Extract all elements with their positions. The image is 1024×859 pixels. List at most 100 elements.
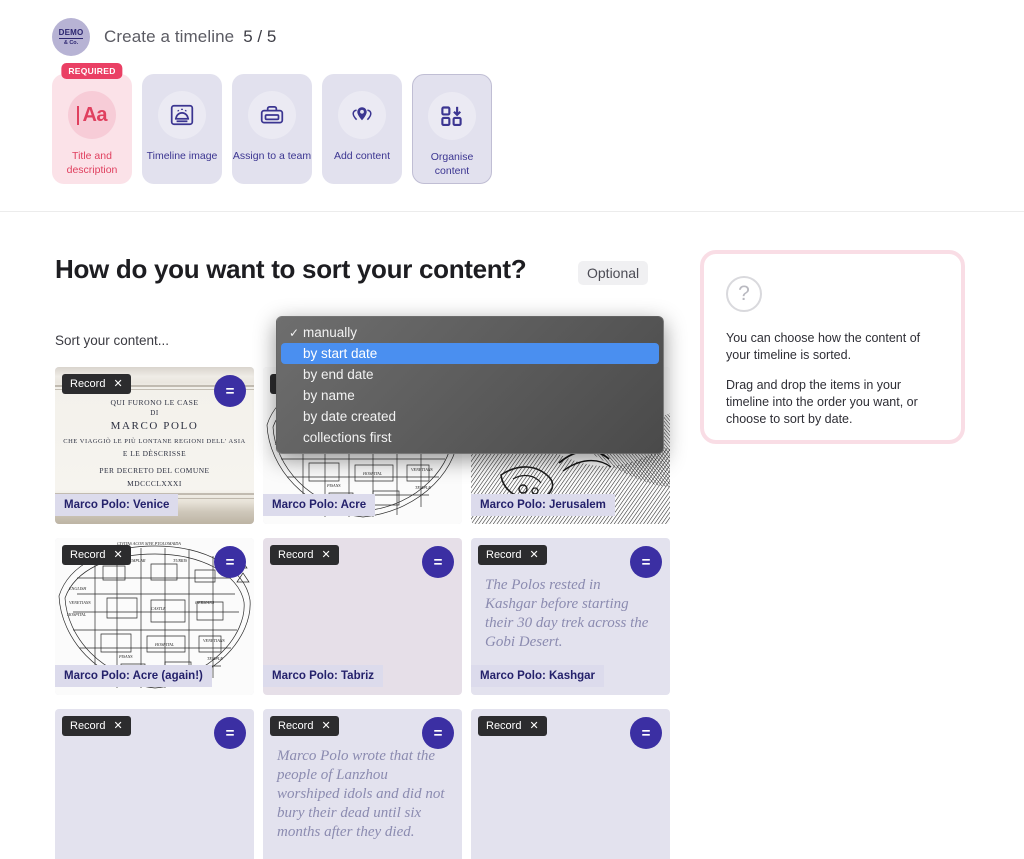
record-badge[interactable]: Record ✕ — [62, 374, 131, 394]
dropdown-option-by-start-date[interactable]: by start date — [281, 343, 659, 364]
content-card[interactable]: QUI FURONO LE CASE DI MARCO POLO CHE VIA… — [55, 367, 254, 524]
dropdown-option-label: manually — [303, 325, 358, 340]
step-card-assign-to-a-team[interactable]: Assign to a team — [232, 74, 312, 184]
plaque-line: E LE DÈSCRISSE — [122, 449, 187, 458]
step-card-label: Add content — [333, 150, 391, 162]
step-card-label: Assign to a team — [232, 150, 312, 162]
card-caption: Marco Polo: Venice — [55, 494, 179, 516]
record-badge-label: Record — [278, 720, 314, 732]
page-title: How do you want to sort your content? — [55, 254, 527, 284]
brand-logo: DEMO & Co. — [52, 18, 90, 56]
dropdown-option-by-date-created[interactable]: by date created — [281, 406, 659, 427]
card-caption: Marco Polo: Tabriz — [263, 665, 384, 687]
plaque-line: PER DECRETO DEL COMUNE — [99, 466, 210, 475]
dropdown-option-label: by date created — [303, 409, 397, 424]
required-badge: REQUIRED — [61, 63, 123, 79]
question-mark-icon: ? — [726, 276, 762, 312]
close-icon[interactable]: ✕ — [113, 720, 122, 732]
drag-handle[interactable]: = — [630, 546, 662, 578]
record-badge[interactable]: Record ✕ — [478, 545, 547, 565]
page-flow-title: Create a timeline — [104, 27, 235, 46]
dropdown-option-label: by start date — [303, 346, 378, 361]
svg-text:TURRIS: TURRIS — [173, 558, 188, 563]
plaque-line: MDCCCLXXXI — [127, 479, 182, 488]
step-card-title-and-description[interactable]: REQUIRED Aa Title and description — [52, 63, 132, 184]
drag-handle[interactable]: = — [214, 375, 246, 407]
svg-text:HOSPITAL: HOSPITAL — [154, 642, 175, 647]
svg-text:TEMPLE: TEMPLE — [415, 485, 431, 490]
record-badge[interactable]: Record ✕ — [62, 716, 131, 736]
help-panel: ? You can choose how the content of your… — [700, 250, 965, 444]
svg-text:CASTLE: CASTLE — [151, 606, 166, 611]
drag-handle[interactable]: = — [422, 546, 454, 578]
drag-handle[interactable]: = — [214, 546, 246, 578]
help-paragraph: You can choose how the content of your t… — [726, 331, 921, 362]
brand-logo-demo-text: DEMO — [58, 27, 84, 39]
svg-text:VENETIANS: VENETIANS — [69, 600, 92, 605]
card-quote: Marco Polo wrote that the people of Lanz… — [277, 748, 445, 840]
record-badge-label: Record — [70, 378, 106, 390]
record-badge[interactable]: Record ✕ — [270, 545, 339, 565]
step-card-label: Organise content — [430, 151, 474, 177]
drag-handle[interactable]: = — [422, 717, 454, 749]
dropdown-option-label: collections first — [303, 430, 392, 445]
check-icon: ✓ — [289, 325, 300, 340]
record-badge-label: Record — [70, 549, 106, 561]
close-icon[interactable]: ✕ — [321, 720, 330, 732]
svg-text:ENGLISH: ENGLISH — [68, 586, 87, 591]
step-card-timeline-image[interactable]: Timeline image — [142, 74, 222, 184]
sort-content-label: Sort your content... — [55, 333, 170, 348]
step-card-add-content[interactable]: Add content — [322, 74, 402, 184]
svg-text:PISANS: PISANS — [118, 654, 133, 659]
step-counter: 5 / 5 — [243, 27, 277, 46]
svg-text:VENETIANS: VENETIANS — [411, 467, 434, 472]
card-caption: Marco Polo: Acre — [263, 494, 376, 516]
record-badge-label: Record — [486, 549, 522, 561]
main-content: How do you want to sort your content? Op… — [0, 212, 1024, 859]
drag-handle[interactable]: = — [214, 717, 246, 749]
optional-badge: Optional — [578, 261, 649, 285]
header-top-row: DEMO & Co. Create a timeline 5 / 5 — [0, 0, 1024, 56]
card-caption: Marco Polo: Kashgar — [471, 665, 605, 687]
record-badge[interactable]: Record ✕ — [270, 716, 339, 736]
dropdown-option-manually[interactable]: ✓ manually — [281, 322, 659, 343]
app-header: DEMO & Co. Create a timeline 5 / 5 REQUI… — [0, 0, 1024, 212]
card-caption: Marco Polo: Jerusalem — [471, 494, 615, 516]
content-card[interactable]: Record ✕ = — [471, 709, 670, 859]
dropdown-option-by-end-date[interactable]: by end date — [281, 364, 659, 385]
close-icon[interactable]: ✕ — [529, 549, 538, 561]
content-card[interactable]: Record ✕ = — [55, 709, 254, 859]
close-icon[interactable]: ✕ — [113, 549, 122, 561]
grid-download-icon — [428, 92, 476, 140]
content-card[interactable]: Record ✕ = Marco Polo: Tabriz — [263, 538, 462, 695]
svg-text:GERMANS: GERMANS — [195, 600, 215, 605]
step-card-list: REQUIRED Aa Title and description Timeli… — [0, 56, 1024, 184]
content-card[interactable]: The Polos rested in Kashgar before start… — [471, 538, 670, 695]
record-badge[interactable]: Record ✕ — [62, 545, 131, 565]
briefcase-icon — [248, 91, 296, 139]
close-icon[interactable]: ✕ — [113, 378, 122, 390]
step-card-organise-content[interactable]: Organise content — [412, 74, 492, 184]
drag-handle[interactable]: = — [630, 717, 662, 749]
help-paragraph: Drag and drop the items in your timeline… — [726, 378, 918, 426]
record-badge[interactable]: Record ✕ — [478, 716, 547, 736]
text-aa-icon: Aa — [68, 91, 116, 139]
svg-text:HOSPITAL: HOSPITAL — [66, 612, 87, 617]
brand-logo-co-text: & Co. — [63, 39, 79, 46]
plaque-line: DI — [150, 409, 159, 417]
dropdown-option-by-name[interactable]: by name — [281, 385, 659, 406]
content-card[interactable]: Marco Polo wrote that the people of Lanz… — [263, 709, 462, 859]
map-pins-icon — [338, 91, 386, 139]
close-icon[interactable]: ✕ — [529, 720, 538, 732]
svg-text:HOSPITAL: HOSPITAL — [362, 471, 383, 476]
svg-text:VENETIANS: VENETIANS — [203, 638, 226, 643]
dropdown-option-label: by end date — [303, 367, 374, 382]
card-quote: The Polos rested in Kashgar before start… — [485, 577, 649, 650]
card-caption: Marco Polo: Acre (again!) — [55, 665, 212, 687]
svg-text:TEMPLE: TEMPLE — [207, 656, 223, 661]
image-sunrise-icon — [158, 91, 206, 139]
sort-select-dropdown[interactable]: ✓ manually by start date by end date by … — [276, 316, 664, 454]
dropdown-option-collections-first[interactable]: collections first — [281, 427, 659, 448]
close-icon[interactable]: ✕ — [321, 549, 330, 561]
content-card[interactable]: CIVITAS ACON SIVE PTOLOMAIDA ANGLORUM TU… — [55, 538, 254, 695]
